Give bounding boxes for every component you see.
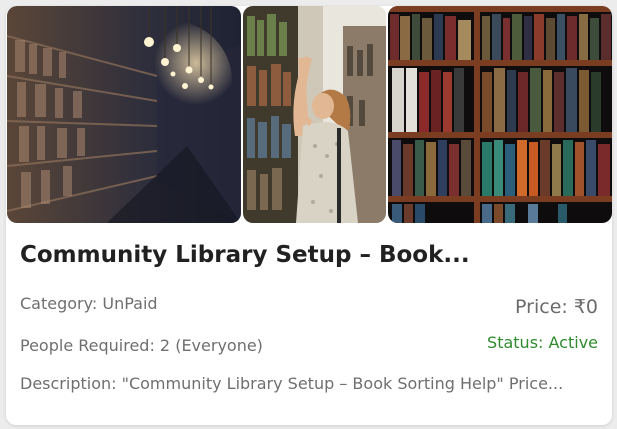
status-label: Status: Active [487,333,598,352]
woman-browsing-shelves-photo [243,6,386,223]
category-label: Category: UnPaid [20,294,158,313]
price-label: Price: ₹0 [515,296,598,318]
task-title[interactable]: Community Library Setup – Book... [20,242,600,268]
image-gallery [6,6,612,223]
library-aisle-photo [7,6,241,223]
description-text: Description: "Community Library Setup – … [20,374,564,393]
people-required-label: People Required: 2 (Everyone) [20,336,263,355]
task-card[interactable]: Community Library Setup – Book... Catego… [6,6,612,425]
bookshelf-closeup-photo [388,6,612,223]
